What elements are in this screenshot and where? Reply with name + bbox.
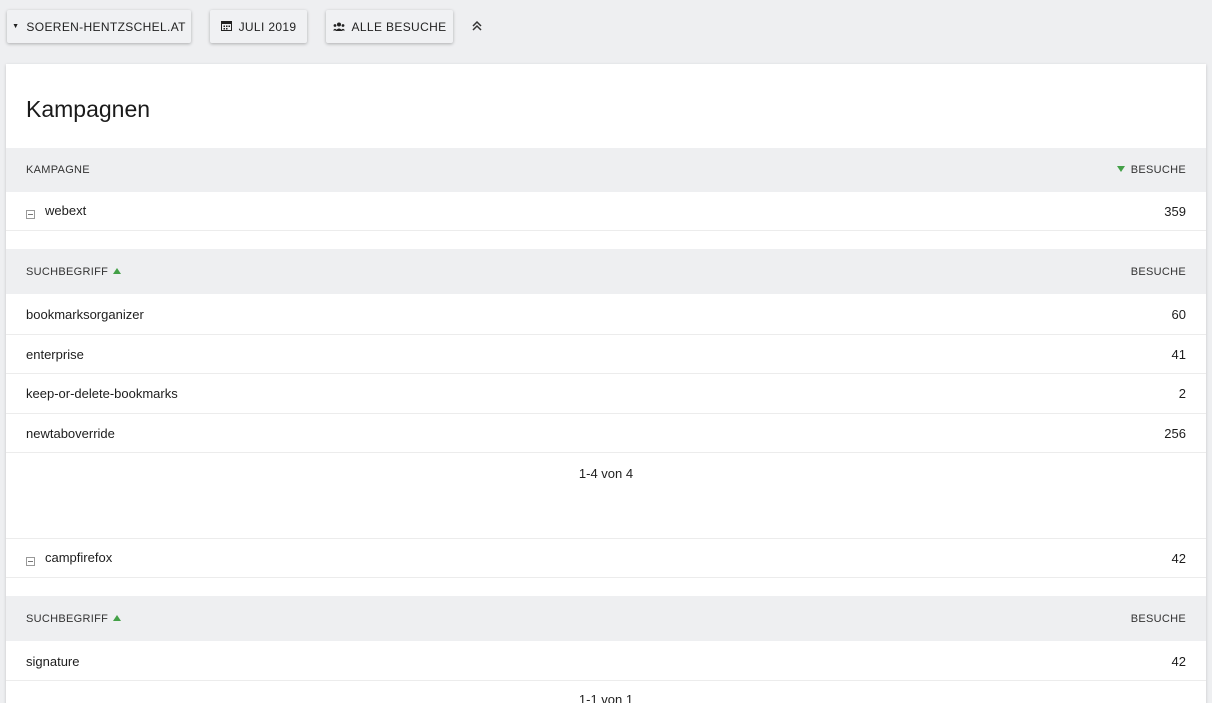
campaigns-report-card: Kampagnen KAMPAGNE BESUCHE webext 359 SU… [6, 64, 1206, 703]
date-selector-label: JULI 2019 [238, 19, 297, 34]
table-row[interactable]: signature 42 [6, 642, 1206, 681]
table-row[interactable]: newtaboverride 256 [6, 414, 1206, 453]
visits-cell: 256 [1164, 425, 1186, 441]
caret-down-icon: ▼ [12, 23, 20, 30]
campaign-name-cell: campfirefox [26, 550, 112, 566]
column-header-keyword-label: SUCHBEGRIFF [26, 265, 109, 278]
segment-selector-button[interactable]: ALLE BESUCHE [326, 10, 453, 43]
table-row[interactable]: keep-or-delete-bookmarks 2 [6, 374, 1206, 414]
keyword-cell: signature [26, 653, 80, 669]
column-header-visits-label: BESUCHE [1130, 164, 1186, 176]
site-selector-label: SOEREN-HENTZSCHEL.AT [26, 19, 186, 34]
table-row[interactable]: enterprise 41 [6, 335, 1206, 374]
column-header-visits[interactable]: BESUCHE [1131, 266, 1186, 278]
subtable-header: SUCHBEGRIFF BESUCHE [6, 596, 1206, 641]
column-header-visits[interactable]: BESUCHE [1131, 613, 1186, 625]
table-row[interactable]: bookmarksorganizer 60 [6, 295, 1206, 335]
keyword-cell: keep-or-delete-bookmarks [26, 386, 178, 401]
visits-cell: 2 [1178, 386, 1186, 401]
date-selector-button[interactable]: JULI 2019 [210, 10, 307, 43]
sort-asc-icon [113, 267, 122, 274]
collapse-row-icon[interactable] [26, 210, 35, 219]
column-header-campaign[interactable]: KAMPAGNE [26, 164, 90, 176]
collapse-row-icon[interactable] [26, 557, 35, 566]
visits-cell: 41 [1171, 346, 1186, 362]
campaign-name: webext [45, 203, 87, 218]
column-header-keyword[interactable]: SUCHBEGRIFF [26, 265, 122, 278]
campaign-name-cell: webext [26, 203, 86, 219]
segment-selector-label: ALLE BESUCHE [351, 19, 447, 34]
visits-cell: 60 [1171, 307, 1186, 322]
table-header: KAMPAGNE BESUCHE [6, 148, 1206, 192]
campaign-row[interactable]: webext 359 [6, 192, 1206, 231]
column-header-keyword-label: SUCHBEGRIFF [26, 612, 109, 625]
keyword-cell: newtaboverride [26, 425, 115, 441]
campaign-name: campfirefox [45, 550, 113, 565]
chevrons-up-icon[interactable] [469, 18, 485, 34]
users-icon [332, 20, 345, 34]
pagination-info: 1-1 von 1 [578, 692, 634, 703]
site-selector-button[interactable]: ▼ SOEREN-HENTZSCHEL.AT [7, 10, 191, 43]
campaign-visits: 359 [1164, 203, 1186, 219]
column-header-visits[interactable]: BESUCHE [1116, 164, 1186, 176]
report-title: Kampagnen [26, 96, 151, 122]
calendar-icon [220, 20, 232, 34]
campaign-visits: 42 [1171, 550, 1186, 566]
sort-desc-icon [1116, 166, 1125, 172]
column-header-keyword[interactable]: SUCHBEGRIFF [26, 612, 122, 625]
subtable-header: SUCHBEGRIFF BESUCHE [6, 249, 1206, 294]
keyword-cell: enterprise [26, 346, 84, 362]
visits-cell: 42 [1171, 653, 1186, 669]
sort-asc-icon [113, 614, 122, 621]
pagination-info: 1-4 von 4 [578, 466, 634, 481]
keyword-cell: bookmarksorganizer [26, 307, 144, 322]
campaign-row[interactable]: campfirefox 42 [6, 538, 1206, 578]
